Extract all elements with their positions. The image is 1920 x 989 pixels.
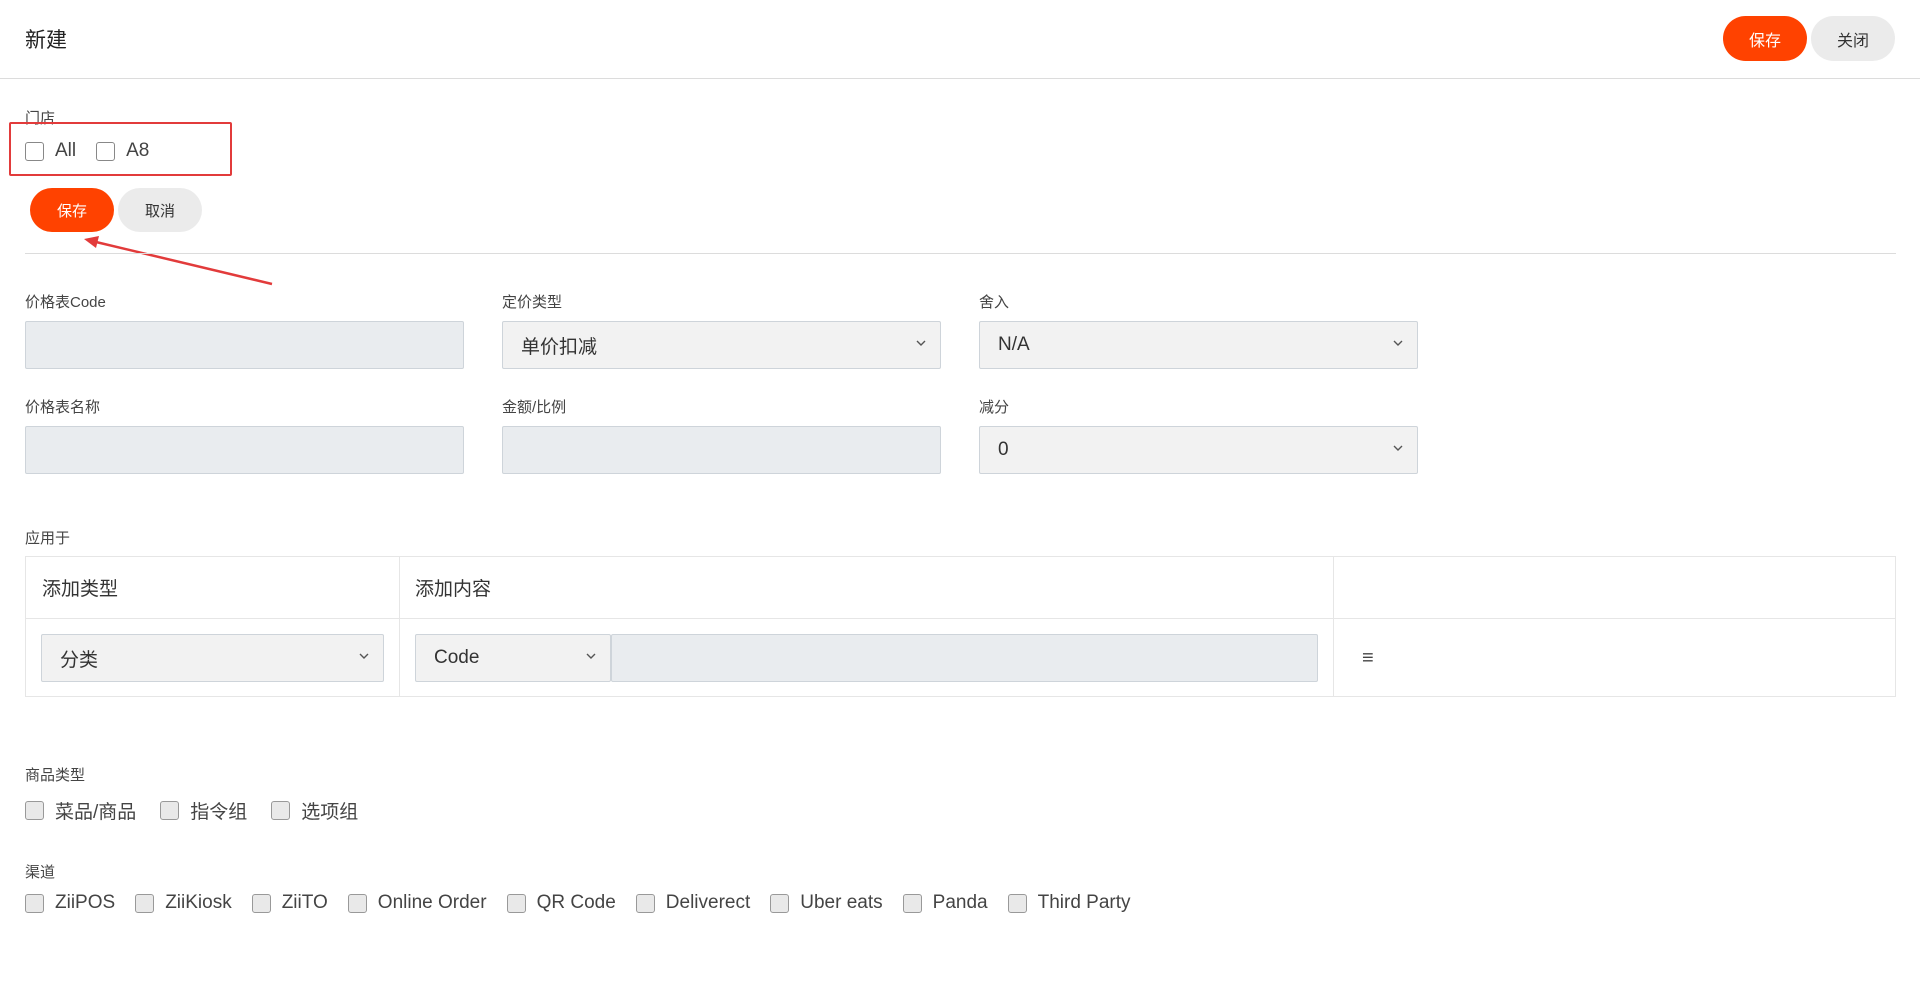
channel-option[interactable]: QR Code [506,892,616,914]
checkbox[interactable] [25,893,44,913]
header-close-button[interactable]: 关闭 [1811,16,1895,61]
checkbox[interactable] [506,893,526,913]
product-type-label: 商品类型 [25,767,86,784]
chevron-down-icon [1393,445,1403,451]
option-label: ZiiPOS [55,892,116,913]
pricing-type-label: 定价类型 [502,294,563,311]
table-divider [399,557,400,696]
checkbox[interactable] [135,893,155,913]
chevron-down-icon [586,653,596,659]
annotation-arrow [84,236,273,286]
product-type-option[interactable]: 选项组 [271,797,358,824]
checkbox[interactable] [271,801,291,820]
annotation-arrow-head [84,236,99,248]
rounding-value: N/A [998,334,1030,355]
section-divider [25,253,1896,254]
rounding-label: 舍入 [979,294,1010,311]
add-type-value: 分类 [60,649,99,671]
option-label: 指令组 [190,802,248,823]
checkbox[interactable] [902,893,922,913]
rounding-select[interactable]: N/A [979,321,1418,369]
chevron-down-icon [1393,340,1403,346]
option-label: Uber eats [800,892,883,913]
apply-to-table: 添加类型 添加内容 分类 Code ≡ [25,556,1896,697]
option-label: QR Code [536,892,616,913]
decimal-label: 减分 [979,399,1010,416]
option-label: Panda [932,892,988,913]
product-type-checkbox-group: 菜品/商品 指令组 选项组 [25,797,358,824]
price-name-input[interactable] [25,426,464,474]
content-type-select[interactable]: Code [415,634,611,682]
option-label: 选项组 [301,802,359,823]
checkbox[interactable] [347,893,367,913]
chevron-down-icon [916,340,926,346]
pricing-type-select[interactable]: 单价扣减 [502,321,941,369]
price-code-label: 价格表Code [25,294,106,311]
annotation-arrow-line [95,240,273,286]
amount-label: 金额/比例 [502,399,567,416]
checkbox[interactable] [1007,893,1027,913]
channel-option[interactable]: Online Order [347,892,487,914]
option-label: Deliverect [665,892,751,913]
column-header-add-content: 添加内容 [415,579,492,600]
option-label: 菜品/商品 [55,802,137,823]
checkbox[interactable] [251,893,271,913]
price-name-label: 价格表名称 [25,399,101,416]
header-save-button[interactable]: 保存 [1723,16,1807,61]
channel-option[interactable]: Third Party [1007,892,1131,914]
option-label: ZiiKiosk [165,892,232,913]
product-type-option[interactable]: 菜品/商品 [25,797,136,824]
channel-label: 渠道 [25,864,56,881]
content-type-value: Code [434,647,480,668]
decimal-select[interactable]: 0 [979,426,1418,474]
decimal-value: 0 [998,439,1009,460]
channel-checkbox-group: ZiiPOS ZiiKiosk ZiiTO Online Order QR Co… [25,892,1131,914]
pricing-type-value: 单价扣减 [521,336,598,358]
column-header-add-type: 添加类型 [42,579,119,600]
channel-option[interactable]: Uber eats [770,892,883,914]
menu-icon[interactable]: ≡ [1362,647,1374,670]
channel-option[interactable]: Panda [902,892,988,914]
add-type-select[interactable]: 分类 [41,634,384,682]
channel-option[interactable]: ZiiKiosk [135,892,232,914]
amount-input[interactable] [502,426,941,474]
table-divider [26,618,1895,619]
channel-option[interactable]: ZiiPOS [25,892,115,914]
checkbox[interactable] [770,893,790,913]
option-label: Third Party [1037,892,1131,913]
checkbox[interactable] [160,801,180,820]
checkbox[interactable] [635,893,655,913]
option-label: ZiiTO [281,892,328,913]
channel-option[interactable]: Deliverect [635,892,751,914]
apply-to-label: 应用于 [25,530,71,547]
channel-option[interactable]: ZiiTO [251,892,328,914]
chevron-down-icon [359,653,369,659]
price-code-input[interactable] [25,321,464,369]
product-type-option[interactable]: 指令组 [160,797,247,824]
table-divider [1333,557,1334,696]
option-label: Online Order [377,892,487,913]
checkbox[interactable] [25,801,44,820]
content-value-input[interactable] [611,634,1318,682]
